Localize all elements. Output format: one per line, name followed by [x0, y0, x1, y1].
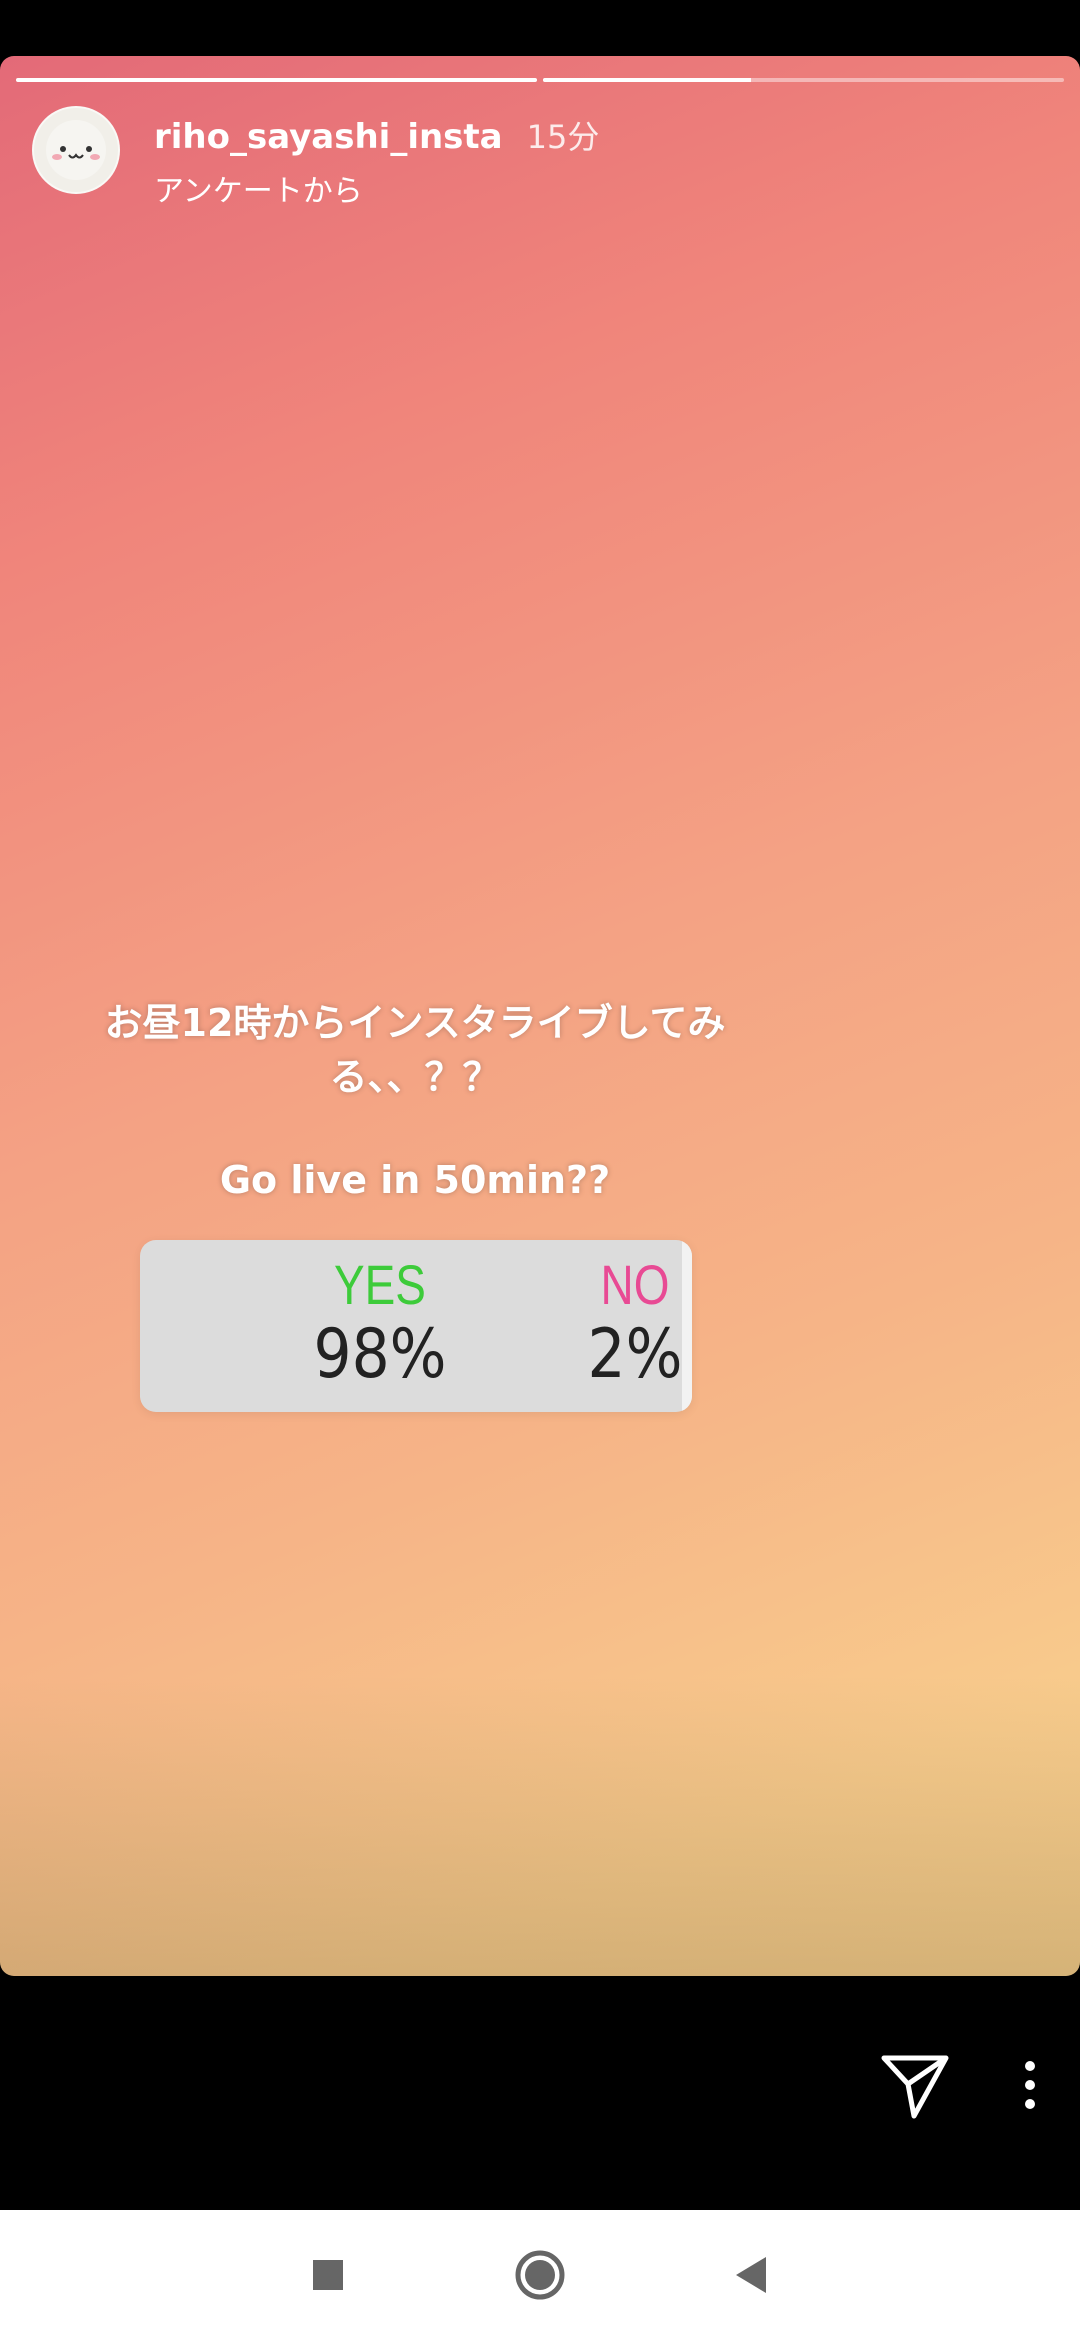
- story-progress: [16, 78, 1064, 82]
- post-time: 15分: [526, 118, 600, 156]
- poll-option-no: NO 2%: [580, 1254, 690, 1394]
- story-caption: お昼12時からインスタライブしてみる、、？？ Go live in 50min?…: [60, 996, 770, 1202]
- more-options-button[interactable]: [1020, 2061, 1040, 2109]
- username[interactable]: riho_sayashi_insta: [154, 117, 503, 157]
- more-vertical-icon: [1025, 2061, 1035, 2071]
- poll-yes-percent: 98%: [313, 1315, 447, 1394]
- system-navigation-bar: [0, 2210, 1080, 2340]
- emoticon-face-icon: [46, 120, 106, 180]
- poll-no-percent: 2%: [587, 1315, 683, 1394]
- triangle-back-icon: [736, 2257, 766, 2293]
- poll-no-label: NO: [600, 1253, 670, 1316]
- story-header: riho_sayashi_insta 15分 アンケートから: [32, 106, 1048, 209]
- poll-result-bar: [682, 1240, 692, 1412]
- progress-fill: [543, 78, 752, 82]
- poll-yes-label: YES: [334, 1253, 426, 1316]
- recents-button[interactable]: [298, 2245, 358, 2305]
- story-viewer[interactable]: riho_sayashi_insta 15分 アンケートから お昼12時からイン…: [0, 56, 1080, 1976]
- send-button[interactable]: [880, 2050, 950, 2120]
- caption-english: Go live in 50min??: [219, 1158, 611, 1202]
- caption-japanese: お昼12時からインスタライブしてみる、、？？: [104, 1001, 726, 1099]
- progress-fill: [16, 78, 537, 82]
- poll-sticker: YES 98% NO 2%: [140, 1240, 692, 1412]
- story-subtitle: アンケートから: [154, 174, 363, 209]
- story-actions: [880, 2050, 1040, 2120]
- poll-option-yes: YES 98%: [300, 1254, 460, 1394]
- screen: riho_sayashi_insta 15分 アンケートから お昼12時からイン…: [0, 0, 1080, 2340]
- avatar[interactable]: [32, 106, 120, 194]
- back-button[interactable]: [722, 2245, 782, 2305]
- home-button[interactable]: [510, 2245, 570, 2305]
- more-vertical-icon: [1025, 2080, 1035, 2090]
- progress-segment: [543, 78, 1064, 82]
- circle-home-icon: [515, 2250, 565, 2300]
- square-recents-icon: [313, 2260, 343, 2290]
- progress-segment: [16, 78, 537, 82]
- more-vertical-icon: [1025, 2099, 1035, 2109]
- send-icon: [881, 2055, 949, 2119]
